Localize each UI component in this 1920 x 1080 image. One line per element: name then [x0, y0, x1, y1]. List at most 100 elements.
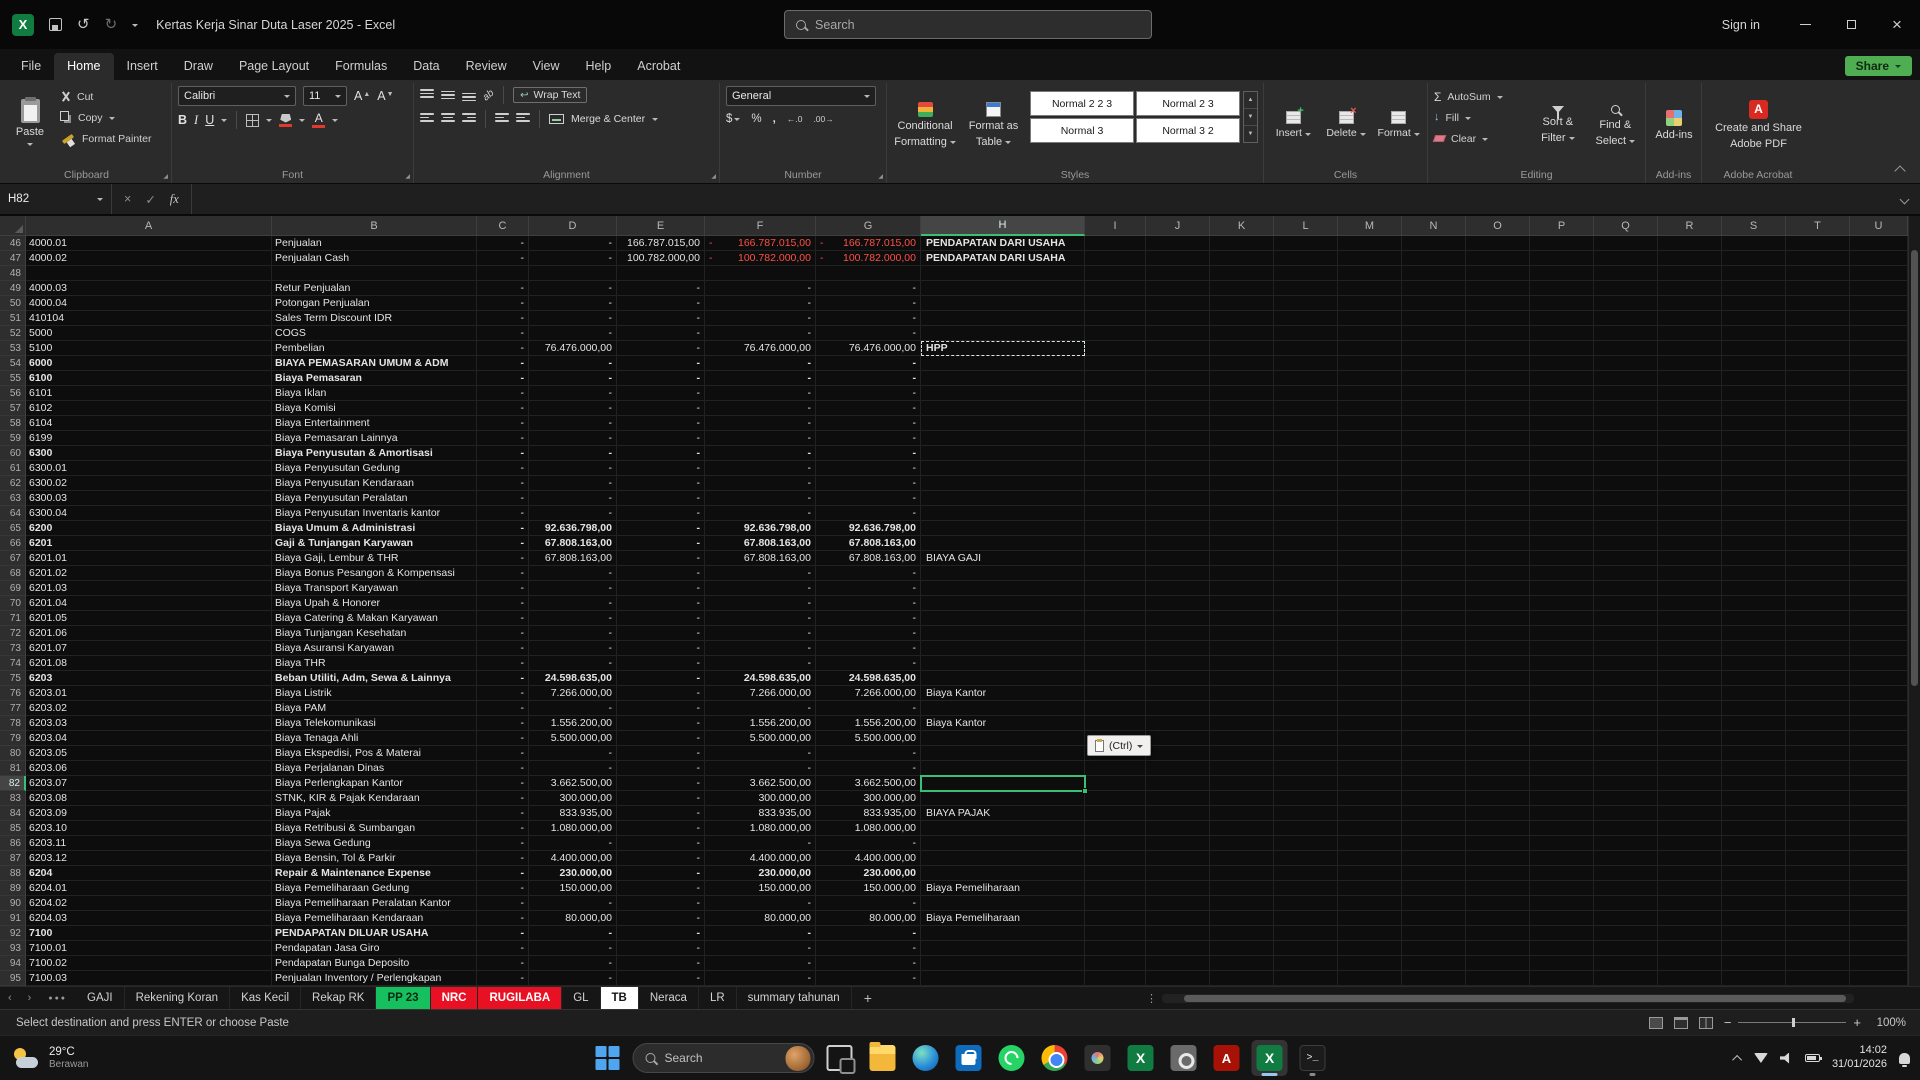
cell[interactable] — [1594, 296, 1658, 311]
cell[interactable]: - — [617, 671, 705, 686]
cell[interactable]: 5.500.000,00 — [529, 731, 617, 746]
cell[interactable] — [1402, 431, 1466, 446]
cell[interactable]: - — [477, 371, 529, 386]
cell[interactable]: - — [477, 581, 529, 596]
cell[interactable] — [1786, 866, 1850, 881]
cell[interactable] — [1850, 386, 1908, 401]
cell[interactable] — [1466, 746, 1530, 761]
cell[interactable]: - — [705, 566, 816, 581]
cell[interactable]: Biaya Penyusutan Inventaris kantor — [272, 506, 477, 521]
cell[interactable] — [1402, 521, 1466, 536]
cell[interactable] — [1338, 281, 1402, 296]
cell[interactable] — [1338, 416, 1402, 431]
column-header-K[interactable]: K — [1210, 216, 1274, 236]
cell[interactable] — [1594, 881, 1658, 896]
column-header-O[interactable]: O — [1466, 216, 1530, 236]
cell[interactable] — [1210, 716, 1274, 731]
cell[interactable]: Biaya THR — [272, 656, 477, 671]
cell[interactable] — [1402, 911, 1466, 926]
cell[interactable] — [1658, 296, 1722, 311]
column-header-J[interactable]: J — [1146, 216, 1210, 236]
cell[interactable] — [1085, 446, 1146, 461]
cell[interactable] — [1338, 491, 1402, 506]
cell[interactable] — [1594, 791, 1658, 806]
cell[interactable]: - — [529, 371, 617, 386]
cell[interactable]: - — [477, 461, 529, 476]
cell[interactable] — [1594, 941, 1658, 956]
cell[interactable]: Pendapatan Jasa Giro — [272, 941, 477, 956]
row-header-74[interactable]: 74 — [0, 656, 26, 671]
cell[interactable] — [1722, 731, 1786, 746]
cell[interactable] — [1210, 746, 1274, 761]
cell[interactable] — [1786, 911, 1850, 926]
cell[interactable] — [1658, 506, 1722, 521]
cell[interactable] — [1338, 731, 1402, 746]
cell[interactable] — [1210, 551, 1274, 566]
cell[interactable] — [1530, 686, 1594, 701]
format-as-table-button[interactable]: Format as Table — [965, 86, 1022, 165]
cell[interactable] — [1530, 476, 1594, 491]
cell[interactable] — [1594, 371, 1658, 386]
cell[interactable] — [1530, 971, 1594, 986]
cell[interactable] — [1274, 461, 1338, 476]
cell-H89[interactable]: Biaya Pemeliharaan — [921, 881, 1085, 896]
row-header-53[interactable]: 53 — [0, 341, 26, 356]
cell[interactable] — [1850, 236, 1908, 251]
cell[interactable]: - — [705, 356, 816, 371]
cell[interactable]: - — [477, 881, 529, 896]
cell[interactable] — [1530, 641, 1594, 656]
sign-in-button[interactable]: Sign in — [1700, 0, 1782, 49]
cell-H57[interactable] — [921, 401, 1085, 416]
undo-icon[interactable]: ↺ — [77, 17, 90, 32]
cell[interactable] — [1530, 326, 1594, 341]
cell[interactable] — [1338, 926, 1402, 941]
cell[interactable] — [1722, 866, 1786, 881]
cell[interactable] — [1850, 551, 1908, 566]
cell[interactable] — [1530, 311, 1594, 326]
cell[interactable] — [1210, 446, 1274, 461]
cell[interactable] — [1146, 491, 1210, 506]
next-sheet-button[interactable]: › — [20, 992, 40, 1004]
cell[interactable]: Biaya Entertainment — [272, 416, 477, 431]
cell[interactable]: 833.935,00 — [816, 806, 921, 821]
fill-button[interactable]: ↓Fill — [1434, 107, 1525, 128]
cell[interactable] — [1085, 671, 1146, 686]
cell[interactable] — [1274, 566, 1338, 581]
cell[interactable] — [1786, 296, 1850, 311]
cell[interactable]: -100.782.000,00 — [816, 251, 921, 266]
fill-color-button[interactable] — [279, 114, 292, 127]
cell[interactable] — [1466, 626, 1530, 641]
cell[interactable] — [1402, 326, 1466, 341]
cell[interactable]: - — [705, 611, 816, 626]
cell[interactable] — [816, 266, 921, 281]
cell[interactable] — [1530, 746, 1594, 761]
cell[interactable]: 6203.06 — [26, 761, 272, 776]
grow-font-button[interactable]: A▲ — [354, 89, 370, 103]
column-header-A[interactable]: A — [26, 216, 272, 236]
cell[interactable]: Repair & Maintenance Expense — [272, 866, 477, 881]
cell[interactable]: Biaya Pemeliharaan Gedung — [272, 881, 477, 896]
cell[interactable] — [1594, 896, 1658, 911]
ribbon-tab-help[interactable]: Help — [573, 53, 625, 80]
cell[interactable] — [1466, 296, 1530, 311]
cell[interactable] — [1338, 296, 1402, 311]
cell[interactable] — [617, 266, 705, 281]
horizontal-scrollbar[interactable] — [1162, 994, 1854, 1003]
cell[interactable] — [1466, 776, 1530, 791]
cell-H55[interactable] — [921, 371, 1085, 386]
row-header-51[interactable]: 51 — [0, 311, 26, 326]
ribbon-tab-data[interactable]: Data — [400, 53, 452, 80]
cell[interactable] — [1594, 911, 1658, 926]
cell[interactable] — [1722, 716, 1786, 731]
cell[interactable]: 4000.02 — [26, 251, 272, 266]
cell[interactable]: Biaya Penyusutan Gedung — [272, 461, 477, 476]
cell[interactable]: - — [705, 296, 816, 311]
cell[interactable] — [1338, 761, 1402, 776]
cell[interactable]: 24.598.635,00 — [705, 671, 816, 686]
cell[interactable] — [1274, 836, 1338, 851]
cell[interactable] — [1594, 761, 1658, 776]
cell[interactable]: - — [705, 386, 816, 401]
cell[interactable] — [1530, 266, 1594, 281]
cell-H86[interactable] — [921, 836, 1085, 851]
cell-H73[interactable] — [921, 641, 1085, 656]
